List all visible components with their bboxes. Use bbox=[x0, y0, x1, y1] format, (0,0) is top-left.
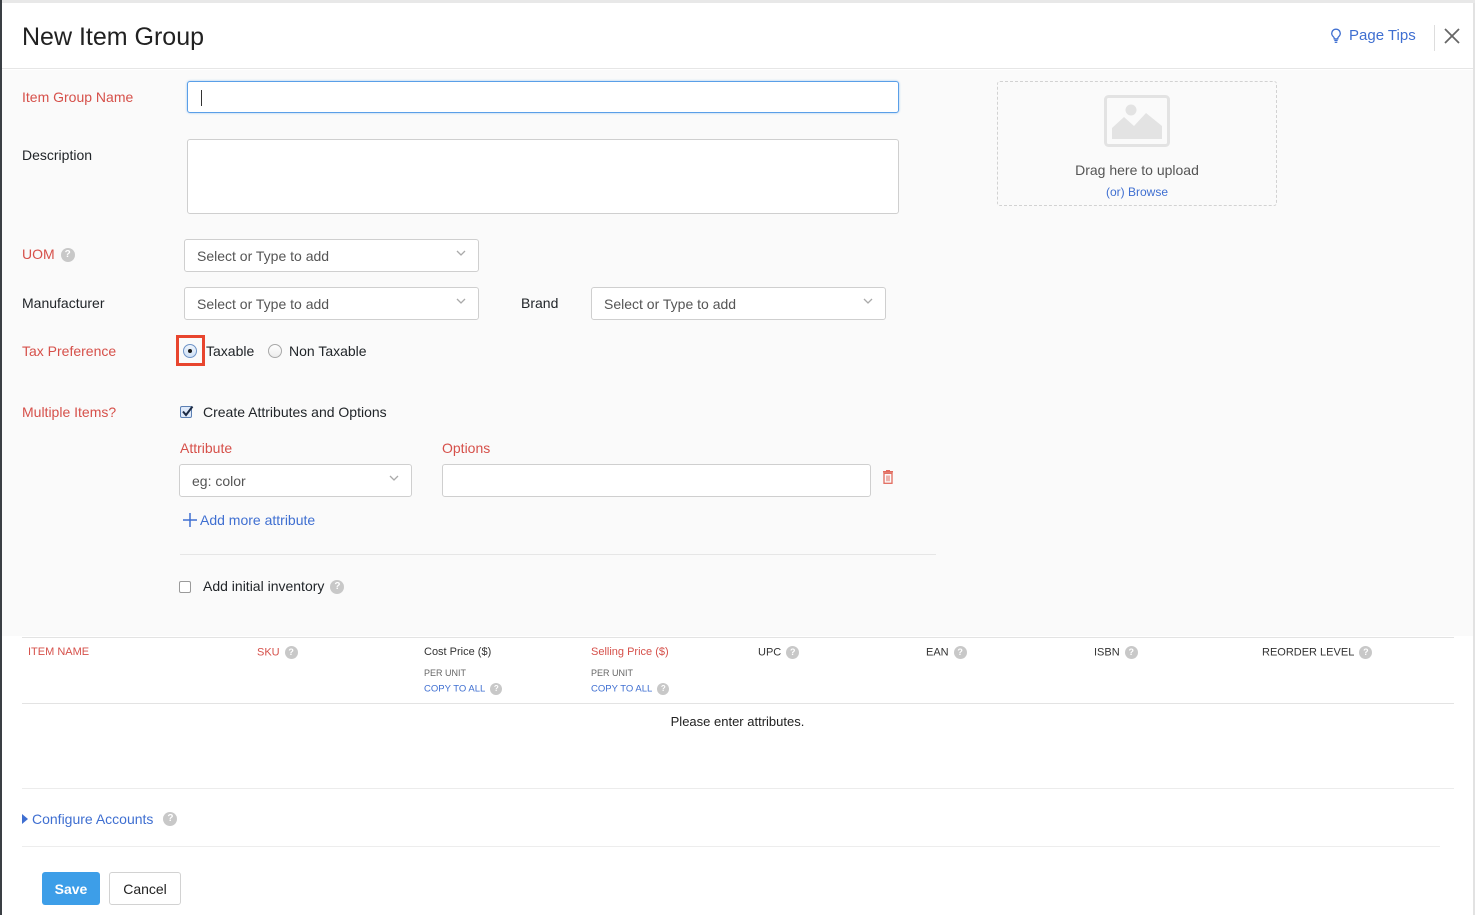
help-icon[interactable]: ? bbox=[284, 646, 298, 659]
uom-label-text: UOM bbox=[22, 246, 55, 262]
attribute-select[interactable]: eg: color bbox=[179, 464, 412, 497]
column-sku-label: SKU bbox=[257, 646, 280, 659]
add-more-attribute-label: Add more attribute bbox=[200, 512, 316, 528]
table-header-bottom-border bbox=[22, 703, 1454, 704]
help-icon[interactable]: ? bbox=[657, 683, 670, 695]
options-input[interactable] bbox=[442, 464, 871, 497]
lightbulb-icon bbox=[1331, 28, 1341, 43]
item-group-name-input[interactable] bbox=[187, 81, 899, 113]
selling-price-per-unit: PER UNIT bbox=[591, 668, 634, 678]
column-reorder-level: REORDER LEVEL? bbox=[1262, 646, 1373, 659]
help-icon[interactable]: ? bbox=[953, 646, 967, 659]
description-textarea[interactable] bbox=[187, 139, 899, 214]
help-icon[interactable]: ? bbox=[1359, 646, 1373, 659]
brand-label: Brand bbox=[521, 295, 559, 311]
page-tips-label: Page Tips bbox=[1349, 27, 1416, 44]
help-icon[interactable]: ? bbox=[60, 248, 75, 263]
help-icon[interactable]: ? bbox=[163, 812, 178, 826]
cancel-button[interactable]: Cancel bbox=[109, 872, 181, 905]
copy-to-all-label: COPY TO ALL bbox=[424, 683, 486, 695]
column-cost-price: Cost Price ($) bbox=[424, 646, 492, 658]
uom-label: UOM? bbox=[22, 246, 75, 263]
help-icon[interactable]: ? bbox=[1124, 646, 1138, 659]
column-isbn-label: ISBN bbox=[1094, 646, 1120, 659]
non-taxable-radio[interactable] bbox=[268, 344, 282, 358]
help-icon[interactable]: ? bbox=[786, 646, 800, 659]
image-upload-dropzone[interactable]: Drag here to upload (or) Browse bbox=[997, 81, 1277, 206]
manufacturer-select[interactable]: Select or Type to add bbox=[184, 287, 479, 320]
plus-icon bbox=[183, 513, 197, 527]
configure-accounts-toggle[interactable]: Configure Accounts ? bbox=[22, 811, 178, 827]
page-tips-link[interactable]: Page Tips bbox=[1330, 27, 1416, 44]
chevron-down-icon bbox=[456, 250, 466, 256]
manufacturer-label: Manufacturer bbox=[22, 295, 105, 311]
item-group-name-label: Item Group Name bbox=[22, 89, 134, 105]
chevron-down-icon bbox=[456, 298, 466, 304]
initial-inventory-text: Add initial inventory bbox=[203, 578, 325, 594]
chevron-down-icon bbox=[389, 475, 399, 481]
taxable-label[interactable]: Taxable bbox=[206, 343, 254, 359]
help-icon[interactable]: ? bbox=[490, 683, 503, 695]
initial-inventory-checkbox[interactable] bbox=[179, 581, 191, 593]
browse-link[interactable]: (or) Browse bbox=[998, 185, 1276, 199]
table-empty-message: Please enter attributes. bbox=[670, 714, 805, 729]
attribute-label: Attribute bbox=[180, 440, 233, 456]
column-item-name: ITEM NAME bbox=[28, 646, 90, 658]
column-upc: UPC? bbox=[758, 646, 800, 659]
options-label: Options bbox=[442, 440, 491, 456]
uom-placeholder: Select or Type to add bbox=[197, 248, 330, 264]
column-reorder-level-label: REORDER LEVEL bbox=[1262, 646, 1355, 659]
cost-price-copy-to-all[interactable]: COPY TO ALL? bbox=[424, 683, 503, 695]
drag-upload-text: Drag here to upload bbox=[1075, 162, 1199, 178]
attribute-placeholder: eg: color bbox=[192, 473, 246, 489]
add-more-attribute-link[interactable]: Add more attribute bbox=[182, 512, 315, 528]
trash-icon[interactable] bbox=[882, 470, 894, 484]
column-ean: EAN? bbox=[926, 646, 967, 659]
brand-select[interactable]: Select or Type to add bbox=[591, 287, 886, 320]
close-icon[interactable] bbox=[1442, 26, 1462, 46]
configure-accounts-label: Configure Accounts bbox=[32, 811, 154, 827]
table-bottom-border bbox=[22, 788, 1454, 789]
image-placeholder-icon bbox=[1104, 95, 1170, 147]
create-attributes-checkbox[interactable] bbox=[180, 405, 194, 418]
checkmark-icon bbox=[182, 405, 194, 417]
save-button[interactable]: Save bbox=[42, 872, 100, 905]
chevron-down-icon bbox=[863, 298, 873, 304]
non-taxable-label[interactable]: Non Taxable bbox=[289, 343, 367, 359]
header-divider bbox=[1434, 25, 1435, 51]
uom-select[interactable]: Select or Type to add bbox=[184, 239, 479, 272]
page-header: New Item Group Page Tips bbox=[2, 3, 1473, 69]
column-isbn: ISBN? bbox=[1094, 646, 1138, 659]
cost-price-per-unit: PER UNIT bbox=[424, 668, 467, 678]
column-selling-price: Selling Price ($) bbox=[591, 646, 669, 658]
copy-to-all-label: COPY TO ALL bbox=[591, 683, 653, 695]
column-upc-label: UPC bbox=[758, 646, 782, 659]
table-header-border bbox=[22, 637, 1454, 638]
taxable-radio[interactable] bbox=[183, 344, 197, 358]
brand-placeholder: Select or Type to add bbox=[604, 296, 737, 312]
page-title: New Item Group bbox=[22, 23, 205, 51]
description-label: Description bbox=[22, 147, 93, 163]
tax-preference-label: Tax Preference bbox=[22, 343, 117, 359]
text-caret bbox=[201, 90, 202, 106]
footer-divider bbox=[22, 846, 1440, 847]
item-group-form: Item Group Name Description Drag here to… bbox=[2, 70, 1473, 636]
multiple-items-label: Multiple Items? bbox=[22, 404, 117, 420]
caret-right-icon bbox=[22, 814, 28, 824]
manufacturer-placeholder: Select or Type to add bbox=[197, 296, 330, 312]
help-icon[interactable]: ? bbox=[330, 580, 345, 595]
initial-inventory-label[interactable]: Add initial inventory? bbox=[203, 578, 345, 595]
column-ean-label: EAN bbox=[926, 646, 949, 659]
selling-price-copy-to-all[interactable]: COPY TO ALL? bbox=[591, 683, 670, 695]
section-divider bbox=[180, 554, 936, 555]
column-sku: SKU? bbox=[257, 646, 298, 659]
create-attributes-label[interactable]: Create Attributes and Options bbox=[203, 404, 387, 420]
